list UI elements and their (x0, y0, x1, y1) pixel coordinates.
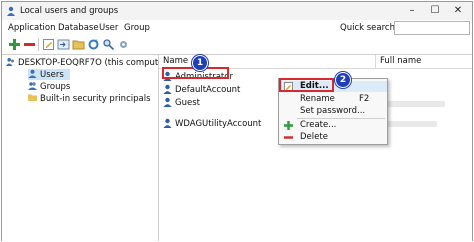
remove-icon[interactable] (23, 38, 36, 51)
context-item-delete[interactable]: Delete (279, 132, 387, 143)
tree-item-groups[interactable]: Groups (28, 81, 70, 92)
list-item-label: Guest (175, 98, 200, 108)
context-item-label: Set password... (300, 106, 366, 116)
blurred-full-name (385, 101, 445, 107)
minimize-button[interactable]: – (402, 4, 422, 18)
title-bar: Local users and groups – ☐ ✕ (2, 2, 472, 20)
add-icon (284, 121, 293, 130)
quick-search-label: Quick search: (340, 23, 398, 33)
tree-item-groups-label: Groups (40, 82, 71, 92)
column-header-full-name[interactable]: Full name (376, 55, 472, 68)
context-item-label: Delete (300, 132, 328, 142)
maximize-button[interactable]: ☐ (425, 4, 445, 18)
import-icon[interactable] (57, 38, 70, 51)
tree-item-computer[interactable]: DESKTOP-EOQRF7O (this computer) (6, 57, 170, 68)
window-title: Local users and groups (20, 6, 119, 16)
context-item-set-password[interactable]: Set password... (279, 106, 387, 117)
search-icon[interactable] (102, 38, 115, 51)
delete-icon (284, 136, 293, 139)
menu-application[interactable]: Application (8, 23, 56, 33)
context-item-rename[interactable]: Rename F2 (279, 94, 387, 105)
list-item-label: WDAGUtilityAccount (175, 119, 262, 129)
context-menu-separator (297, 118, 385, 119)
tree-item-computer-label: DESKTOP-EOQRF7O (this computer) (18, 58, 171, 68)
highlight-edit (279, 78, 334, 92)
add-icon[interactable] (8, 38, 21, 51)
close-button[interactable]: ✕ (448, 4, 468, 18)
groups-icon (28, 82, 37, 90)
export-icon[interactable] (72, 38, 85, 51)
user-icon (163, 97, 172, 107)
app-icon (7, 6, 15, 16)
computer-icon (6, 58, 14, 66)
list-item-wdagutilityaccount[interactable]: WDAGUtilityAccount (163, 118, 261, 129)
app-window: Local users and groups – ☐ ✕ Application… (1, 1, 473, 241)
shortcut-label: F2 (359, 94, 370, 104)
toolbar-separator (38, 38, 39, 51)
blurred-full-name (385, 121, 437, 127)
tree-item-users[interactable]: Users (28, 69, 70, 80)
tree-item-builtin-principals-label: Built-in security principals (40, 94, 151, 104)
context-item-create[interactable]: Create... (279, 120, 387, 131)
edit-icon[interactable] (42, 38, 55, 51)
callout-badge-1: 1 (192, 55, 208, 71)
context-item-label: Create... (300, 120, 337, 130)
tree-item-builtin-principals[interactable]: Built-in security principals (28, 93, 151, 104)
menu-group[interactable]: Group (124, 23, 150, 33)
menu-user[interactable]: User (99, 23, 118, 33)
folder-icon (28, 94, 37, 101)
user-icon (163, 118, 172, 128)
tree-pane: DESKTOP-EOQRF7O (this computer) Users Gr… (2, 54, 170, 241)
tree-item-users-label: Users (40, 70, 64, 80)
toolbar (2, 37, 472, 53)
settings-icon[interactable] (117, 38, 130, 51)
list-item-defaultaccount[interactable]: DefaultAccount (163, 84, 240, 95)
callout-badge-2: 2 (335, 72, 351, 88)
users-icon (28, 69, 37, 78)
user-icon (163, 84, 172, 94)
menu-database[interactable]: Database (58, 23, 99, 33)
quick-search-input[interactable] (394, 21, 470, 35)
list-item-label: DefaultAccount (175, 85, 241, 95)
list-item-guest[interactable]: Guest (163, 97, 200, 108)
context-item-label: Rename (300, 94, 335, 104)
refresh-icon[interactable] (87, 38, 100, 51)
